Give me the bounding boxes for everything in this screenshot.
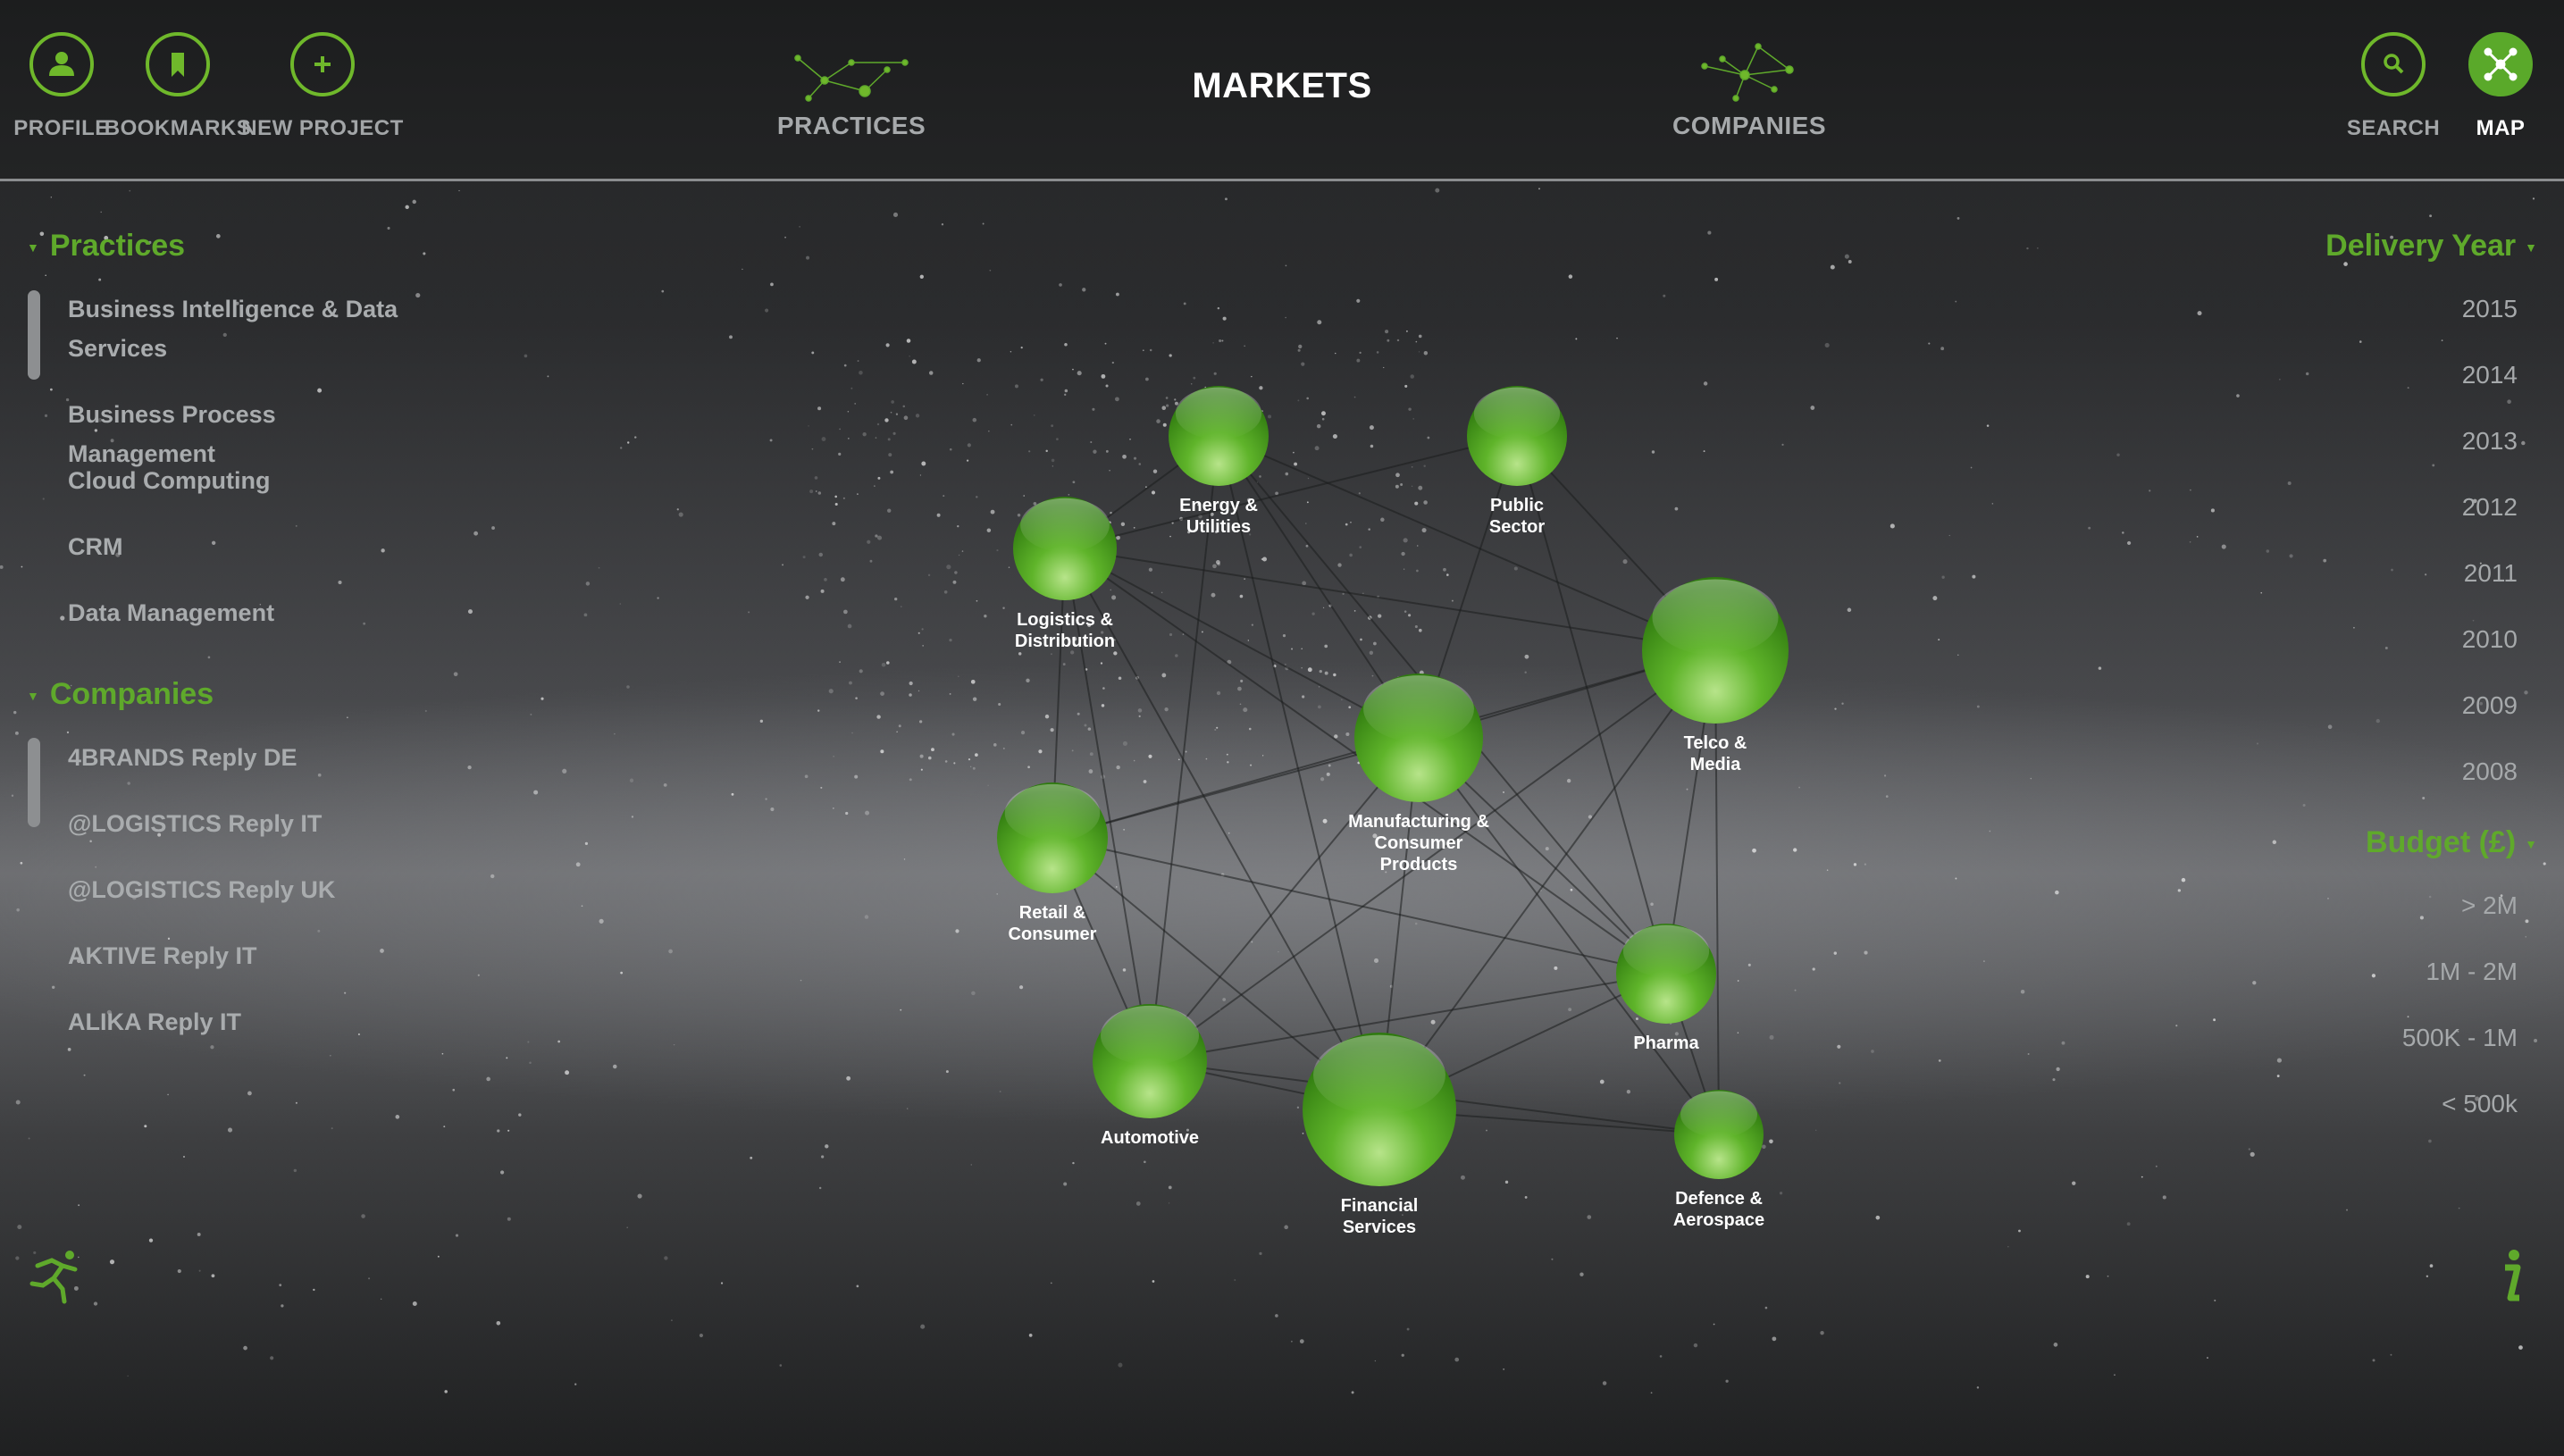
markets-network-map: Energy & Utilities Public Sector Logistics &… bbox=[997, 386, 1789, 1237]
info-icon[interactable] bbox=[2493, 1246, 2528, 1310]
market-node-highlight bbox=[1622, 925, 1710, 977]
market-node-highlight bbox=[1680, 1091, 1757, 1138]
market-node-highlight bbox=[1652, 579, 1779, 656]
market-node-label: Products bbox=[1380, 855, 1458, 874]
market-node-highlight bbox=[1473, 387, 1561, 439]
market-node-label: Energy & bbox=[1179, 496, 1258, 515]
market-node-label: Media bbox=[1690, 755, 1742, 774]
market-node-highlight bbox=[1020, 498, 1110, 553]
market-node-defence[interactable]: Defence &Aerospace bbox=[1673, 1090, 1764, 1230]
market-node-label: Services bbox=[1343, 1218, 1416, 1237]
market-node-label: Telco & bbox=[1684, 733, 1747, 753]
market-node-financial[interactable]: Financial Services bbox=[1303, 1033, 1456, 1237]
market-node-label: Public bbox=[1490, 496, 1544, 515]
market-node-label: Distribution bbox=[1015, 632, 1115, 651]
market-node-label: Logistics & bbox=[1017, 610, 1113, 630]
runner-icon[interactable] bbox=[27, 1246, 86, 1310]
market-node-retail[interactable]: Retail & Consumer bbox=[997, 782, 1108, 944]
market-node-highlight bbox=[1363, 675, 1474, 743]
market-node-highlight bbox=[1313, 1034, 1445, 1116]
market-node-label: Automotive bbox=[1101, 1128, 1199, 1148]
market-node-label: Consumer bbox=[1009, 925, 1097, 944]
market-node-manufacturing[interactable]: Manufacturing &Consumer Products bbox=[1348, 674, 1489, 874]
network-edge bbox=[1064, 548, 1716, 651]
market-node-label: Consumer bbox=[1375, 833, 1463, 853]
market-node-label: Defence & bbox=[1675, 1189, 1763, 1209]
market-node-label: Sector bbox=[1489, 517, 1545, 537]
market-node-label: Utilities bbox=[1186, 517, 1251, 537]
market-node-automotive[interactable]: Automotive bbox=[1093, 1004, 1207, 1148]
market-node-label: Aerospace bbox=[1673, 1210, 1764, 1230]
market-node-highlight bbox=[1004, 783, 1101, 842]
market-node-label: Pharma bbox=[1633, 1033, 1699, 1053]
market-node-pharma[interactable]: Pharma bbox=[1616, 924, 1716, 1053]
market-node-label: Financial bbox=[1341, 1196, 1419, 1216]
market-node-energy[interactable]: Energy & Utilities bbox=[1169, 386, 1269, 537]
market-node-highlight bbox=[1100, 1005, 1200, 1066]
network-edge bbox=[1218, 435, 1716, 651]
network-edge bbox=[1064, 435, 1518, 549]
market-node-label: Manufacturing & bbox=[1348, 812, 1489, 832]
market-node-public[interactable]: Public Sector bbox=[1467, 386, 1567, 537]
market-node-highlight bbox=[1175, 387, 1262, 439]
market-node-logistics[interactable]: Logistics & Distribution bbox=[1013, 497, 1117, 651]
market-node-label: Retail & bbox=[1019, 903, 1085, 923]
network-edge bbox=[1052, 837, 1667, 975]
market-node-telco[interactable]: Telco & Media bbox=[1642, 577, 1789, 774]
network-edge bbox=[1218, 435, 1380, 1110]
